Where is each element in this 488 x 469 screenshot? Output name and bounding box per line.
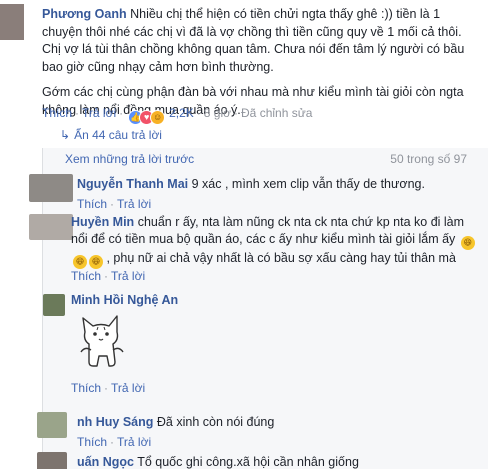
comment-time[interactable]: 8 giờ — [204, 106, 231, 120]
avatar[interactable] — [37, 412, 67, 438]
laughing-emoji-icon: 😆 — [460, 236, 475, 250]
reply-actions: Thích · Trả lời — [77, 197, 152, 211]
reaction-count[interactable]: 2,2K — [169, 106, 194, 120]
reply-button[interactable]: Trả lời — [82, 106, 116, 120]
reply-content: nh Huy Sáng Đã xinh còn nói đúng — [77, 414, 487, 431]
avatar[interactable] — [37, 452, 67, 469]
reply-author[interactable]: Huyền Min — [71, 215, 134, 229]
reply-author[interactable]: nh Huy Sáng — [77, 415, 153, 429]
replies-section: Xem những trả lời trước 50 trong số 97 N… — [29, 148, 488, 469]
edited-label[interactable]: Đã chỉnh sửa — [241, 106, 312, 120]
like-button[interactable]: Thích — [77, 435, 107, 449]
reply-author[interactable]: Minh Hồi Nghệ An — [71, 293, 178, 307]
laughing-emoji-icon: 😆 — [89, 255, 103, 269]
comment-actions: Thích · Trả lời · 👍 ♥ ☺ 2,2K · 8 giờ · Đã chỉnh sửa — [42, 105, 312, 125]
reply-content: Minh Hồi Nghệ An — [71, 292, 481, 309]
reply-button[interactable]: Trả lời — [117, 197, 151, 211]
cat-sticker-icon — [80, 315, 124, 367]
like-button[interactable]: Thích — [71, 381, 101, 395]
reply-text: Đã xinh còn nói đúng — [156, 415, 275, 429]
like-button[interactable]: Thích — [77, 197, 107, 211]
comment-author[interactable]: Phương Oanh — [42, 7, 127, 21]
reply-button[interactable]: Trả lời — [111, 269, 145, 283]
reply-button[interactable]: Trả lời — [111, 381, 145, 395]
reply-text: Tổ quốc ghi công.xã hội cần nhân giống — [137, 455, 359, 469]
arrow-icon: ↳ — [60, 128, 71, 142]
avatar[interactable] — [0, 4, 24, 40]
like-button[interactable]: Thích — [42, 106, 72, 120]
reply-content: Nguyễn Thanh Mai 9 xác , mình xem clip v… — [77, 176, 487, 193]
reactions[interactable]: 👍 ♥ ☺ — [128, 108, 166, 125]
reply-content: uấn Ngọc Tổ quốc ghi công.xã hội cần nhâ… — [77, 454, 487, 469]
reply-text-continued: , phụ nữ ai chả vậy nhất là có bầu sợ xấ… — [106, 251, 456, 265]
reply-content: Huyền Min chuẩn r ấy, nta làm nũng ck nt… — [71, 214, 481, 269]
reply-author[interactable]: Nguyễn Thanh Mai — [77, 177, 188, 191]
avatar[interactable] — [43, 294, 65, 316]
reply-button[interactable]: Trả lời — [117, 435, 151, 449]
reply-text: 9 xác , mình xem clip vẫn thấy de thương… — [191, 177, 425, 191]
previous-replies-row: Xem những trả lời trước 50 trong số 97 — [43, 150, 488, 168]
view-previous-replies-link[interactable]: Xem những trả lời trước — [65, 152, 194, 166]
reply-actions: Thích · Trả lời — [71, 381, 146, 395]
replies-count: 50 trong số 97 — [390, 152, 467, 166]
avatar[interactable] — [29, 214, 73, 240]
comment-paragraph: Phương Oanh Nhiều chị thể hiện có tiền c… — [42, 6, 482, 76]
like-button[interactable]: Thích — [71, 269, 101, 283]
laughing-emoji-icon: 😆 — [73, 255, 87, 269]
haha-reaction-icon: ☺ — [150, 110, 166, 125]
hide-replies-label: Ẩn 44 câu trả lời — [74, 128, 162, 142]
hide-replies-link[interactable]: ↳ Ẩn 44 câu trả lời — [60, 128, 162, 142]
avatar[interactable] — [29, 174, 73, 202]
reply-actions: Thích · Trả lời — [71, 269, 146, 283]
reply-author[interactable]: uấn Ngọc — [77, 455, 134, 469]
reply-actions: Thích · Trả lời — [77, 435, 152, 449]
